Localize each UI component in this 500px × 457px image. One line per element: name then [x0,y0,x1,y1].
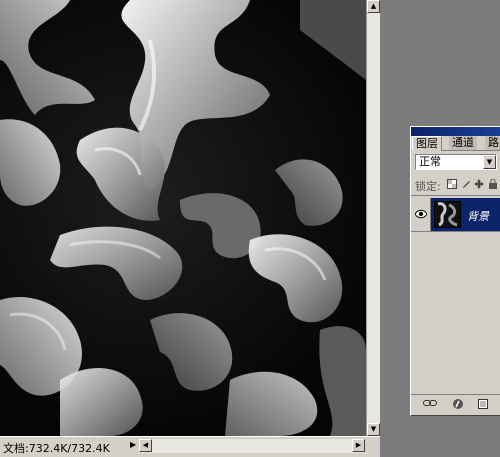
liquify-swirl-artwork [0,0,366,436]
arrow-up-icon: ▲ [370,2,377,10]
lock-pixels-icon[interactable] [461,179,471,189]
eye-icon [415,209,427,219]
blend-mode-select[interactable]: 正常 ▼ [415,154,497,170]
horizontal-scrollbar[interactable]: ◀ ▶ [139,439,365,453]
palette-titlebar[interactable] [411,127,500,136]
document-window: ▲ ▼ 文档:732.4K/732.4K ▶ ◀ ▶ [0,0,380,457]
document-size-info: 文档:732.4K/732.4K [3,442,110,455]
lock-position-icon[interactable] [474,179,484,189]
new-layer-icon[interactable] [477,398,489,413]
scroll-left-button[interactable]: ◀ [139,439,152,452]
layer-list: 背景 [411,196,500,366]
visibility-toggle[interactable] [411,198,431,231]
blend-mode-value: 正常 [419,155,441,168]
blend-mode-row: 正常 ▼ [411,151,500,173]
status-bar: 文档:732.4K/732.4K ▶ ◀ ▶ [0,436,380,457]
layer-row-background[interactable]: 背景 [411,198,500,232]
arrow-left-icon: ◀ [142,441,149,449]
lock-transparent-icon[interactable] [447,179,457,189]
lock-all-icon[interactable] [488,178,498,189]
layer-style-icon[interactable] [452,398,464,413]
layers-palette: 图层 通道 路 正常 ▼ 锁定: 背景 [410,126,500,416]
scroll-right-button[interactable]: ▶ [352,439,365,452]
arrow-right-icon: ▶ [355,441,362,449]
layer-name: 背景 [467,210,489,223]
tab-channels[interactable]: 通道 [449,136,477,150]
status-menu-button[interactable]: ▶ [130,440,136,449]
lock-label: 锁定: [415,180,441,193]
image-canvas[interactable] [0,0,366,436]
chevron-down-icon[interactable]: ▼ [483,155,496,169]
tab-layers[interactable]: 图层 [412,136,442,151]
palette-bottom-bar [411,394,500,415]
scroll-up-button[interactable]: ▲ [367,0,380,13]
vertical-scrollbar[interactable]: ▲ ▼ [366,0,380,436]
lock-row: 锁定: [411,173,500,196]
tab-paths[interactable]: 路 [485,136,500,150]
layer-selection-highlight[interactable]: 背景 [431,198,500,231]
link-icon[interactable] [423,398,437,411]
arrow-down-icon: ▼ [370,425,377,433]
scroll-down-button[interactable]: ▼ [367,423,380,436]
layer-thumbnail [434,201,461,228]
palette-tabs: 图层 通道 路 [411,136,500,151]
